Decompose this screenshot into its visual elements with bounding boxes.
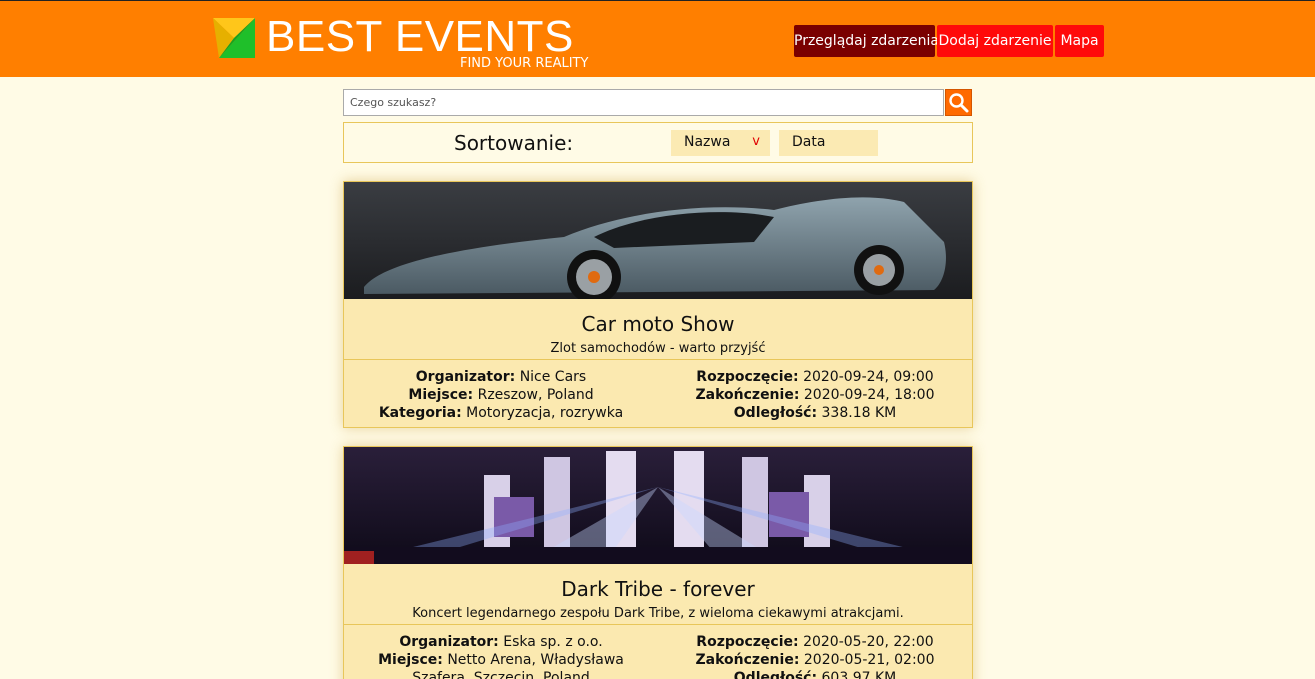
event-title[interactable]: Car moto Show xyxy=(344,312,972,336)
distance-value: 338.18 KM xyxy=(821,405,897,421)
start-label: Rozpoczęcie: xyxy=(696,634,799,650)
event-details-left: Organizator: Eska sp. z o.o. Miejsce: Ne… xyxy=(344,633,658,679)
distance-value: 603.97 KM xyxy=(821,670,897,679)
distance-label: Odległość: xyxy=(733,405,818,421)
search-input[interactable] xyxy=(343,89,944,116)
category-label: Kategoria: xyxy=(378,405,462,421)
search-button[interactable] xyxy=(945,89,972,116)
top-bar: BEST EVENTS FIND YOUR REALITY Przeglądaj… xyxy=(0,0,1315,77)
organizer-value: Eska sp. z o.o. xyxy=(503,634,603,650)
nav-browse-events-button[interactable]: Przeglądaj zdarzenia xyxy=(794,25,939,57)
search-icon xyxy=(949,93,969,113)
start-row: Rozpoczęcie: 2020-09-24, 09:00 xyxy=(658,368,972,386)
event-card[interactable]: Dark Tribe - forever Koncert legendarneg… xyxy=(343,446,973,679)
organizer-label: Organizator: xyxy=(415,369,516,385)
distance-row: Odległość: 603.97 KM xyxy=(658,669,972,679)
nav-map-button[interactable]: Mapa xyxy=(1055,25,1104,57)
place-label: Miejsce: xyxy=(378,652,443,668)
divider xyxy=(344,624,972,625)
event-description: Koncert legendarnego zespołu Dark Tribe,… xyxy=(412,606,904,621)
sort-option-label: Data xyxy=(792,134,826,150)
end-value: 2020-09-24, 18:00 xyxy=(803,387,935,403)
place-row: Miejsce: Rzeszow, Poland xyxy=(344,386,658,404)
sort-by-name-button[interactable]: Nazwa v xyxy=(671,130,770,156)
divider xyxy=(344,359,972,360)
distance-label: Odległość: xyxy=(733,670,818,679)
place-value: Netto Arena, Władysława Szafera, Szczeci… xyxy=(412,652,624,679)
sort-bar: Sortowanie: Nazwa v Data xyxy=(343,122,973,163)
sort-direction-icon: v xyxy=(752,134,760,149)
place-value: Rzeszow, Poland xyxy=(477,387,594,403)
start-label: Rozpoczęcie: xyxy=(696,369,799,385)
place-row: Miejsce: Netto Arena, Władysława Szafera… xyxy=(351,651,651,679)
event-details-left: Organizator: Nice Cars Miejsce: Rzeszow,… xyxy=(344,368,658,422)
organizer-value: Nice Cars xyxy=(519,369,587,385)
start-value: 2020-05-20, 22:00 xyxy=(803,634,934,650)
end-value: 2020-05-21, 02:00 xyxy=(803,652,935,668)
end-label: Zakończenie: xyxy=(695,387,800,403)
place-label: Miejsce: xyxy=(408,387,474,403)
category-row: Kategoria: Motoryzacja, rozrywka xyxy=(344,404,658,422)
logo-icon[interactable] xyxy=(213,18,255,58)
sports-car-image xyxy=(344,182,972,299)
site-subtitle: FIND YOUR REALITY xyxy=(460,56,589,71)
event-description: Zlot samochodów - warto przyjść xyxy=(550,341,766,356)
event-card[interactable]: Car moto Show Zlot samochodów - warto pr… xyxy=(343,181,973,428)
start-row: Rozpoczęcie: 2020-05-20, 22:00 xyxy=(658,633,972,651)
organizer-row: Organizator: Nice Cars xyxy=(344,368,658,386)
end-row: Zakończenie: 2020-05-21, 02:00 xyxy=(658,651,972,669)
start-value: 2020-09-24, 09:00 xyxy=(803,369,934,385)
sort-label: Sortowanie: xyxy=(454,131,574,155)
nav-add-event-button[interactable]: Dodaj zdarzenie xyxy=(937,25,1053,57)
event-details-right: Rozpoczęcie: 2020-05-20, 22:00 Zakończen… xyxy=(658,633,972,679)
category-value: Motoryzacja, rozrywka xyxy=(466,405,624,421)
concert-stage-image xyxy=(344,447,972,564)
distance-row: Odległość: 338.18 KM xyxy=(658,404,972,422)
sort-option-label: Nazwa xyxy=(684,134,731,150)
event-title[interactable]: Dark Tribe - forever xyxy=(344,577,972,601)
organizer-label: Organizator: xyxy=(399,634,499,650)
end-row: Zakończenie: 2020-09-24, 18:00 xyxy=(658,386,972,404)
sort-by-date-button[interactable]: Data xyxy=(779,130,878,156)
end-label: Zakończenie: xyxy=(695,652,800,668)
event-details-right: Rozpoczęcie: 2020-09-24, 09:00 Zakończen… xyxy=(658,368,972,422)
organizer-row: Organizator: Eska sp. z o.o. xyxy=(344,633,658,651)
